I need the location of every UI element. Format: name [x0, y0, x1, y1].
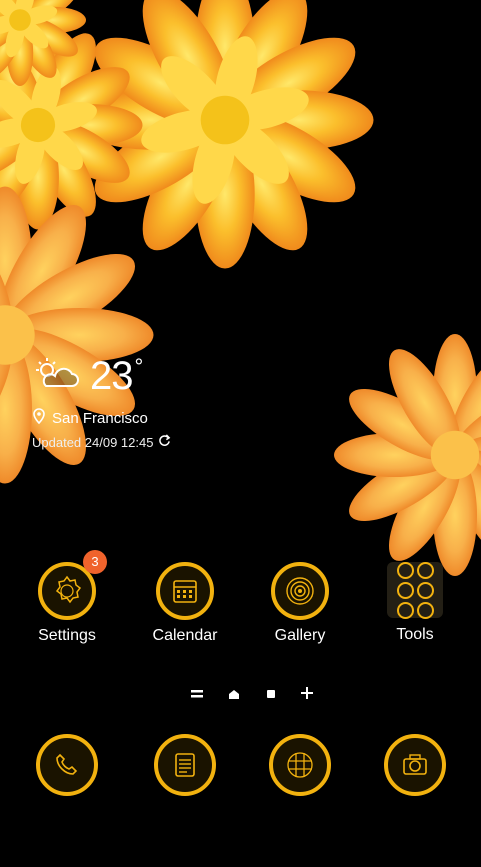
location-pin-icon — [32, 408, 46, 428]
location-row: San Francisco — [32, 408, 171, 428]
app-label: Calendar — [152, 627, 218, 644]
calendar-icon — [156, 562, 214, 620]
dock-camera[interactable] — [365, 734, 465, 796]
tools-folder-icon — [387, 561, 443, 619]
updated-label: Updated 24/09 12:45 — [32, 434, 154, 450]
home-page-icon[interactable] — [227, 687, 241, 704]
messages-icon — [154, 734, 216, 796]
app-settings[interactable]: 3 Settings — [17, 550, 117, 645]
app-tools-folder[interactable]: Tools — [365, 561, 465, 644]
app-label: Gallery — [274, 627, 326, 644]
app-drawer-icon — [269, 734, 331, 796]
current-page-dot[interactable] — [265, 687, 277, 704]
add-page-icon[interactable] — [300, 686, 314, 704]
menu-lines-icon[interactable] — [190, 687, 204, 704]
app-gallery[interactable]: Gallery — [250, 562, 350, 645]
weather-widget[interactable]: 23° San Francisco Updated 24/09 12:45 — [32, 352, 171, 450]
partly-cloudy-icon — [32, 356, 82, 397]
app-calendar[interactable]: Calendar — [135, 562, 235, 645]
temperature: 23° — [90, 353, 143, 398]
app-label: Tools — [396, 626, 434, 643]
phone-icon — [36, 734, 98, 796]
camera-icon — [384, 734, 446, 796]
dock-app-drawer[interactable] — [250, 734, 350, 796]
flower-icon — [271, 562, 329, 620]
notification-badge: 3 — [83, 550, 107, 574]
home-screen: 23° San Francisco Updated 24/09 12:45 3 … — [0, 0, 481, 867]
location-label: San Francisco — [52, 409, 148, 427]
page-indicator[interactable] — [190, 686, 314, 704]
app-label: Settings — [38, 627, 96, 644]
dock-messages[interactable] — [135, 734, 235, 796]
dock-phone[interactable] — [17, 734, 117, 796]
refresh-icon[interactable] — [158, 434, 171, 450]
updated-row: Updated 24/09 12:45 — [32, 434, 171, 450]
